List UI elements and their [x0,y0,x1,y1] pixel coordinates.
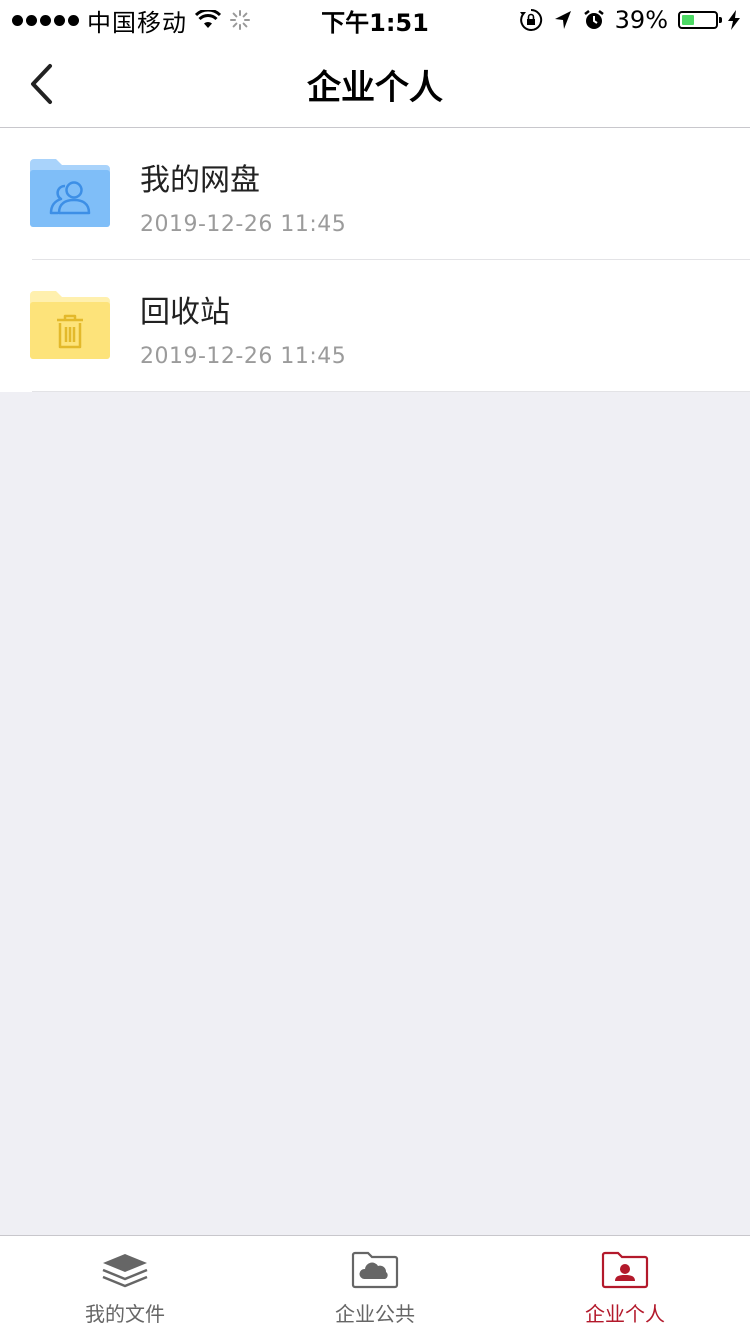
status-right: 39% [519,0,740,40]
row-divider [32,391,750,392]
battery-percent: 39% [614,6,668,34]
tab-enterprise-public[interactable]: 企业公共 [250,1236,500,1334]
person-folder-icon [600,1250,650,1290]
loading-spinner-icon [230,10,250,30]
status-left: 中国移动 [12,0,251,40]
list-item-my-disk[interactable]: 我的网盘 2019-12-26 11:45 [0,128,750,260]
tab-label: 企业公共 [335,1302,415,1326]
tab-label: 我的文件 [85,1302,165,1326]
tab-label: 企业个人 [585,1302,665,1326]
alarm-icon [583,10,604,29]
status-bar: 中国移动 下午1:51 39% [0,0,750,40]
battery-icon [678,11,722,29]
battery-fill [682,15,695,25]
layers-icon [100,1250,150,1290]
location-arrow-icon [554,11,571,29]
trash-folder-icon [30,291,110,359]
wifi-icon [195,10,221,28]
list-item-recycle-bin[interactable]: 回收站 2019-12-26 11:45 [0,260,750,392]
tab-bar: 我的文件 企业公共 企业个人 [0,1235,750,1334]
file-name: 我的网盘 [140,163,260,198]
file-name: 回收站 [140,295,230,330]
shared-folder-icon [30,159,110,227]
cloud-folder-icon [350,1250,400,1290]
charging-bolt-icon [728,10,740,30]
tab-enterprise-personal[interactable]: 企业个人 [500,1236,750,1334]
orientation-lock-icon [519,8,542,31]
carrier-name: 中国移动 [87,8,187,37]
file-list: 我的网盘 2019-12-26 11:45 回收站 2019-12-26 11:… [0,128,750,392]
page-title: 企业个人 [307,67,443,108]
tab-my-files[interactable]: 我的文件 [0,1236,250,1334]
file-date: 2019-12-26 11:45 [140,344,347,369]
signal-dots-icon [12,14,79,26]
nav-bar: 企业个人 [0,40,750,128]
file-date: 2019-12-26 11:45 [140,212,347,237]
